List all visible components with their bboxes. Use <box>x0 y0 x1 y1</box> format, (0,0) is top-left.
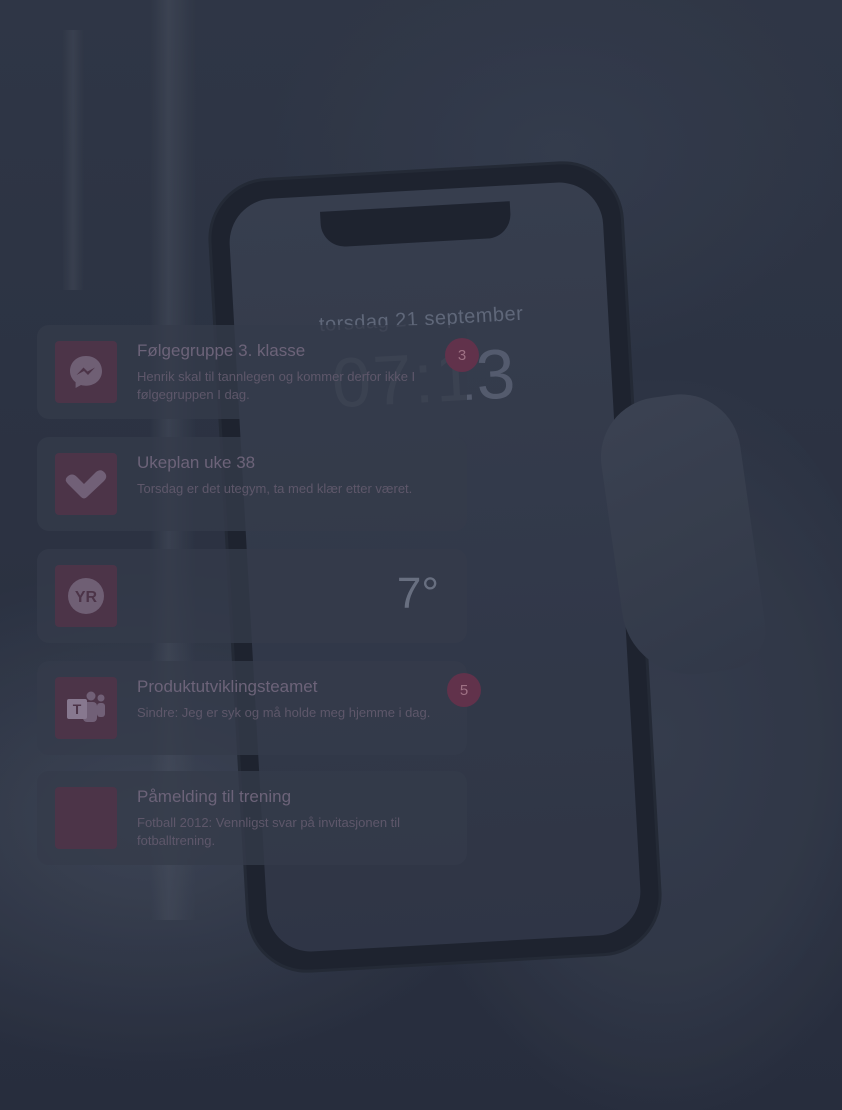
notification-badge: 5 <box>447 673 481 707</box>
yr-icon: YR <box>55 565 117 627</box>
check-logo-icon <box>55 453 117 515</box>
weather-temperature: 7° <box>396 569 439 618</box>
notification-body: Sindre: Jeg er syk og må holde meg hjemm… <box>137 705 431 720</box>
app-icon-placeholder <box>55 787 117 849</box>
notification-title: Ukeplan uke 38 <box>137 453 256 472</box>
teams-icon: T <box>55 677 117 739</box>
notification-body: Fotball 2012: Vennligst svar på invitasj… <box>137 815 401 848</box>
notification-card-messenger[interactable]: Følgegruppe 3. klasse Henrik skal til ta… <box>37 325 467 419</box>
notification-title: Produktutviklingsteamet <box>137 677 318 696</box>
notification-card-yr[interactable]: YR 7° <box>37 549 467 643</box>
notification-body: Henrik skal til tannlegen og kommer derf… <box>137 369 416 402</box>
notification-card-teams[interactable]: T Produktutviklingsteamet Sindre: Jeg er… <box>37 661 467 755</box>
messenger-icon <box>55 341 117 403</box>
notification-title: Påmelding til trening <box>137 787 292 806</box>
svg-text:YR: YR <box>75 589 98 606</box>
notification-title: Følgegruppe 3. klasse <box>137 341 306 360</box>
notification-card-training[interactable]: Påmelding til trening Fotball 2012: Venn… <box>37 771 467 865</box>
svg-text:T: T <box>73 701 82 717</box>
notification-card-ukeplan[interactable]: Ukeplan uke 38 Torsdag er det utegym, ta… <box>37 437 467 531</box>
notification-body: Torsdag er det utegym, ta med klær etter… <box>137 481 413 496</box>
notification-badge: 3 <box>445 338 479 372</box>
